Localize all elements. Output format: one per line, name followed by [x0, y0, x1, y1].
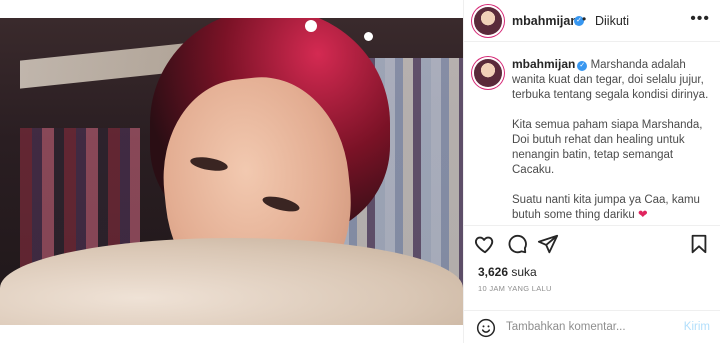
- caption-paragraph: mbahmijan ✓ Marshanda adalah wanita kuat …: [512, 57, 712, 103]
- heart-outline-icon[interactable]: [474, 233, 496, 255]
- bookmark-icon[interactable]: [688, 233, 710, 255]
- separator-dot: •: [582, 12, 587, 26]
- post-comment-button[interactable]: Kirim: [684, 321, 710, 333]
- caption-paragraph: Suatu nanti kita jumpa ya Caa, kamu butu…: [512, 193, 712, 223]
- comment-bubble-icon[interactable]: [506, 233, 528, 255]
- post-photo[interactable]: [0, 18, 463, 325]
- paper-plane-icon[interactable]: [537, 233, 559, 255]
- comment-input[interactable]: [506, 317, 666, 337]
- likes-number: 3,626: [478, 265, 509, 279]
- caption-area: mbahmijan ✓ Marshanda adalah wanita kuat …: [464, 43, 720, 223]
- smiley-icon[interactable]: [476, 318, 496, 338]
- avatar[interactable]: [474, 7, 502, 35]
- avatar[interactable]: [474, 59, 502, 87]
- heart-emoji-icon: ❤: [637, 209, 648, 221]
- post-timestamp[interactable]: 10 JAM YANG LALU: [478, 284, 552, 293]
- caption-paragraph-text: Suatu nanti kita jumpa ya Caa, kamu butu…: [512, 194, 700, 221]
- likes-unit: suka: [511, 265, 537, 279]
- post-header: mbahmijan ✓ • Diikuti •••: [464, 0, 720, 42]
- header-username[interactable]: mbahmijan: [512, 14, 578, 28]
- likes-count[interactable]: 3,626 suka: [478, 265, 537, 279]
- caption-text: mbahmijan ✓ Marshanda adalah wanita kuat …: [512, 57, 712, 223]
- caption-username[interactable]: mbahmijan: [512, 57, 575, 71]
- follow-status-button[interactable]: Diikuti: [595, 14, 629, 28]
- comment-bar: Kirim: [464, 310, 720, 343]
- photo-hair-pin: [305, 20, 317, 32]
- caption-paragraph: Kita semua paham siapa Marshanda, Doi bu…: [512, 119, 703, 176]
- photo-hair-pin: [364, 32, 373, 41]
- more-options-icon[interactable]: •••: [690, 10, 710, 28]
- verified-badge-icon: ✓: [577, 61, 588, 71]
